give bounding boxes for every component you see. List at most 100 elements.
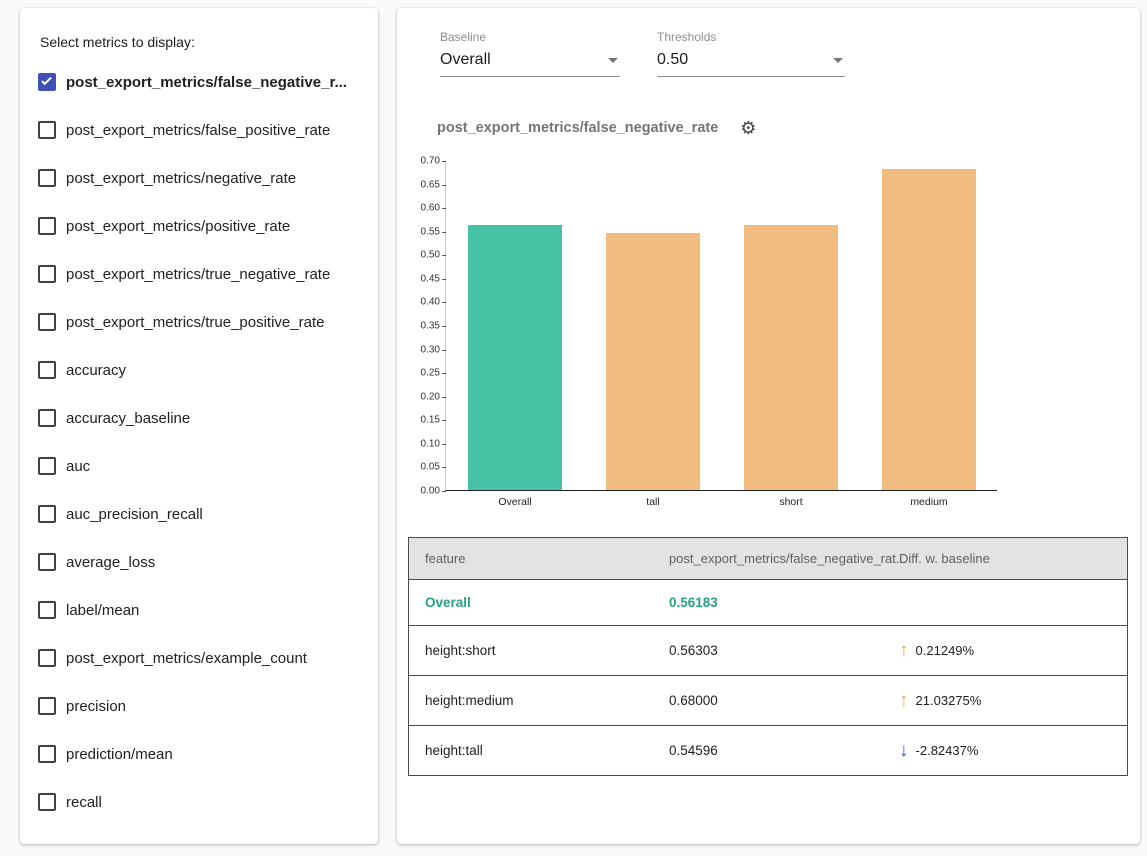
header-feature: feature — [409, 538, 653, 580]
metric-item[interactable]: precision — [36, 682, 370, 730]
metric-item[interactable]: post_export_metrics/false_positive_rate — [36, 106, 370, 154]
checkbox-unchecked[interactable] — [38, 313, 56, 331]
fairness-indicators-page: Select metrics to display: post_export_m… — [0, 0, 1147, 856]
y-axis-tick-label: 0.15 — [412, 415, 440, 426]
table-row[interactable]: Overall0.56183 — [409, 580, 1128, 626]
feature-cell: height:tall — [409, 726, 653, 776]
gear-icon[interactable]: ⚙ — [740, 119, 756, 137]
metric-label: precision — [66, 698, 126, 715]
chart-title: post_export_metrics/false_negative_rate — [437, 120, 718, 136]
metric-label: post_export_metrics/example_count — [66, 650, 307, 667]
diff-cell: ↑0.21249% — [883, 626, 1127, 676]
checkbox-unchecked[interactable] — [38, 457, 56, 475]
checkbox-unchecked[interactable] — [38, 793, 56, 811]
checkbox-unchecked[interactable] — [38, 553, 56, 571]
metric-value-cell: 0.56183 — [653, 580, 883, 626]
table-row[interactable]: height:tall0.54596↓-2.82437% — [409, 726, 1128, 776]
x-axis-tick-label: medium — [860, 496, 998, 508]
checkbox-unchecked[interactable] — [38, 649, 56, 667]
checkbox-unchecked[interactable] — [38, 505, 56, 523]
up-arrow-icon: ↑ — [899, 691, 909, 710]
metric-item[interactable]: label/mean — [36, 586, 370, 634]
y-axis-tick-mark — [442, 208, 446, 209]
metric-item[interactable]: auc_precision_recall — [36, 490, 370, 538]
metric-label: prediction/mean — [66, 746, 173, 763]
metric-item[interactable]: post_export_metrics/example_count — [36, 634, 370, 682]
y-axis-tick-mark — [442, 302, 446, 303]
metric-item[interactable]: average_loss — [36, 538, 370, 586]
metric-item[interactable]: post_export_metrics/positive_rate — [36, 202, 370, 250]
analysis-panel: Baseline Overall Thresholds 0.50 post_ex… — [397, 8, 1140, 844]
metric-item[interactable]: post_export_metrics/false_negative_r... — [36, 58, 370, 106]
checkbox-unchecked[interactable] — [38, 217, 56, 235]
checkbox-unchecked[interactable] — [38, 121, 56, 139]
bar-medium[interactable] — [882, 169, 976, 490]
checkbox-unchecked[interactable] — [38, 697, 56, 715]
metric-item[interactable]: accuracy — [36, 346, 370, 394]
diff-cell: ↑21.03275% — [883, 676, 1127, 726]
y-axis-tick-mark — [442, 467, 446, 468]
metric-item[interactable]: post_export_metrics/negative_rate — [36, 154, 370, 202]
chevron-down-icon — [833, 58, 843, 63]
y-axis-tick-mark — [442, 279, 446, 280]
y-axis-tick-mark — [442, 491, 446, 492]
checkbox-unchecked[interactable] — [38, 265, 56, 283]
baseline-select-label: Baseline — [440, 30, 620, 44]
thresholds-select-value: 0.50 — [657, 51, 688, 69]
y-axis-tick-mark — [442, 444, 446, 445]
metric-item[interactable]: recall — [36, 778, 370, 826]
diff-percentage: -2.82437% — [916, 743, 979, 758]
checkbox-unchecked[interactable] — [38, 169, 56, 187]
metric-label: post_export_metrics/false_positive_rate — [66, 122, 330, 139]
thresholds-select[interactable]: Thresholds 0.50 — [657, 30, 845, 77]
up-arrow-icon: ↑ — [899, 641, 909, 660]
bar-short[interactable] — [744, 225, 838, 490]
metric-item[interactable]: prediction/mean — [36, 730, 370, 778]
y-axis-tick-mark — [442, 420, 446, 421]
checkbox-unchecked[interactable] — [38, 409, 56, 427]
y-axis-tick-label: 0.45 — [412, 273, 440, 284]
checkbox-unchecked[interactable] — [38, 745, 56, 763]
checkbox-unchecked[interactable] — [38, 601, 56, 619]
feature-cell: height:medium — [409, 676, 653, 726]
metric-label: auc — [66, 458, 90, 475]
metric-item[interactable]: accuracy_baseline — [36, 394, 370, 442]
y-axis-tick-mark — [442, 255, 446, 256]
metric-value-cell: 0.68000 — [653, 676, 883, 726]
bar-chart: 0.000.050.100.150.200.250.300.350.400.45… — [409, 151, 1140, 519]
y-axis-tick-mark — [442, 185, 446, 186]
metric-label: recall — [66, 794, 102, 811]
chart-plot-area: 0.000.050.100.150.200.250.300.350.400.45… — [445, 161, 997, 491]
table-row[interactable]: height:short0.56303↑0.21249% — [409, 626, 1128, 676]
checkbox-checked[interactable] — [38, 73, 56, 91]
diff-cell: ↓ -2.82437% — [883, 726, 1127, 776]
feature-cell: height:short — [409, 626, 653, 676]
metric-label: post_export_metrics/true_positive_rate — [66, 314, 324, 331]
x-axis-tick-label: short — [722, 496, 860, 508]
y-axis-tick-label: 0.25 — [412, 368, 440, 379]
metric-item[interactable]: post_export_metrics/true_positive_rate — [36, 298, 370, 346]
table-header-row: feature post_export_metrics/false_negati… — [409, 538, 1128, 580]
metric-item[interactable]: auc — [36, 442, 370, 490]
y-axis-tick-label: 0.00 — [412, 486, 440, 497]
metric-label: accuracy_baseline — [66, 410, 190, 427]
table-row[interactable]: height:medium0.68000↑21.03275% — [409, 676, 1128, 726]
bar-tall[interactable] — [606, 233, 700, 490]
baseline-select[interactable]: Baseline Overall — [440, 30, 620, 77]
y-axis-tick-mark — [442, 397, 446, 398]
chart-header: post_export_metrics/false_negative_rate … — [437, 119, 1140, 137]
checkbox-unchecked[interactable] — [38, 361, 56, 379]
x-axis-tick-label: tall — [584, 496, 722, 508]
metric-label: post_export_metrics/false_negative_r... — [66, 74, 347, 91]
down-arrow-icon: ↓ — [899, 741, 909, 760]
metric-label: label/mean — [66, 602, 139, 619]
bar-Overall[interactable] — [468, 225, 562, 490]
y-axis-tick-label: 0.65 — [412, 179, 440, 190]
metric-item[interactable]: post_export_metrics/true_negative_rate — [36, 250, 370, 298]
y-axis-tick-label: 0.70 — [412, 156, 440, 167]
metric-label: post_export_metrics/positive_rate — [66, 218, 290, 235]
check-icon — [41, 75, 52, 86]
metrics-panel-title: Select metrics to display: — [40, 34, 370, 50]
metric-label: average_loss — [66, 554, 155, 571]
y-axis-tick-mark — [442, 326, 446, 327]
